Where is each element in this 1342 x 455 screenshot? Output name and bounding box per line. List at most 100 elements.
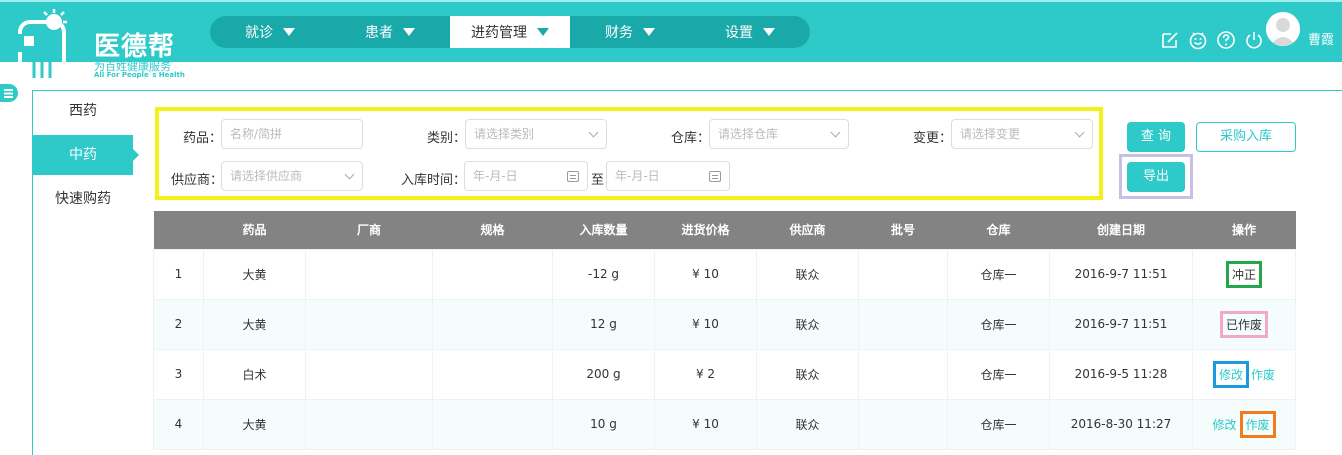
- time-label: 入库时间：: [401, 173, 467, 188]
- nav-item-finance[interactable]: 财务: [570, 16, 690, 48]
- drug-placeholder: 名称/简拼: [230, 127, 283, 141]
- cell-supplier: 联众: [756, 398, 859, 450]
- filter-panel: 药品： 名称/简拼 类别： 请选择类别 仓库： 请选择仓库 变更： 请选择变更 …: [155, 107, 1103, 200]
- table-row: 2 大黄 12 g ¥ 10 联众 仓库一 2016-9-7 11:51 已作废: [153, 298, 1296, 350]
- sidebar-item-chinese-medicine[interactable]: 中药: [33, 135, 139, 175]
- column-header: 厂商: [305, 211, 433, 249]
- void-link[interactable]: 作废: [1251, 368, 1275, 382]
- change-select[interactable]: 请选择变更: [951, 119, 1093, 149]
- sidebar-item-western-medicine[interactable]: 西药: [33, 91, 133, 131]
- nav-item-patient[interactable]: 患者: [330, 16, 450, 48]
- brand-logo[interactable]: 医德帮 为百姓健康服务 All For People`s Health: [14, 8, 185, 80]
- cell-qty: -12 g: [552, 248, 655, 300]
- smile-icon[interactable]: [1188, 30, 1208, 50]
- purchase-inbound-button[interactable]: 采购入库: [1196, 122, 1296, 152]
- cell-maker: [305, 248, 433, 300]
- chevron-down-icon: [588, 127, 599, 138]
- table-row: 1 大黄 -12 g ¥ 10 联众 仓库一 2016-9-7 11:51 冲正: [153, 248, 1296, 300]
- cell-date: 2016-9-7 11:51: [1049, 298, 1193, 350]
- to-label: 至: [591, 173, 605, 188]
- cell-qty: 12 g: [552, 298, 655, 350]
- export-highlight: 导出: [1119, 154, 1193, 199]
- cell-warehouse: 仓库一: [947, 398, 1050, 450]
- cell-drug: 大黄: [203, 298, 306, 350]
- reverse-button[interactable]: 冲正: [1225, 260, 1262, 288]
- column-header: 规格: [432, 211, 553, 249]
- cell-spec: [432, 348, 553, 400]
- cell-price: ¥ 10: [654, 398, 757, 450]
- chevron-down-icon: [830, 127, 841, 138]
- category-select[interactable]: 请选择类别: [465, 119, 607, 149]
- warehouse-placeholder: 请选择仓库: [718, 127, 779, 141]
- export-button[interactable]: 导出: [1127, 162, 1185, 192]
- brand-slogan-en: All For People`s Health: [94, 71, 185, 79]
- end-date-input[interactable]: 年-月-日: [606, 161, 730, 191]
- column-header: 仓库: [947, 211, 1050, 249]
- user-avatar-icon[interactable]: [1266, 12, 1300, 46]
- cell-supplier: 联众: [756, 348, 859, 400]
- user-name[interactable]: 曹霞: [1308, 29, 1334, 48]
- cell-price: ¥ 2: [654, 348, 757, 400]
- cell-no: 4: [153, 398, 204, 450]
- cell-warehouse: 仓库一: [947, 298, 1050, 350]
- supplier-select[interactable]: 请选择供应商: [221, 161, 363, 191]
- drug-label: 药品：: [183, 131, 223, 146]
- edit-link[interactable]: 修改: [1212, 360, 1249, 388]
- cell-supplier: 联众: [756, 248, 859, 300]
- cell-price: ¥ 10: [654, 248, 757, 300]
- nav-item-drug-management[interactable]: 进药管理: [450, 16, 570, 48]
- edit-icon[interactable]: [1160, 30, 1180, 50]
- column-header: 批号: [858, 211, 948, 249]
- nav-item-label: 财务: [605, 25, 633, 41]
- cell-qty: 200 g: [552, 348, 655, 400]
- cell-date: 2016-9-5 11:28: [1049, 348, 1193, 400]
- cell-maker: [305, 348, 433, 400]
- column-header: 药品: [203, 211, 306, 249]
- content-area: 药品： 名称/简拼 类别： 请选择类别 仓库： 请选择仓库 变更： 请选择变更 …: [153, 91, 1342, 455]
- cell-batch: [858, 248, 948, 300]
- cell-operation: 冲正: [1192, 248, 1296, 300]
- power-icon[interactable]: [1244, 30, 1264, 50]
- warehouse-select[interactable]: 请选择仓库: [709, 119, 849, 149]
- supplier-placeholder: 请选择供应商: [230, 169, 303, 183]
- drug-search-input[interactable]: 名称/简拼: [221, 119, 363, 149]
- header-tools: [1160, 30, 1264, 50]
- cell-warehouse: 仓库一: [947, 248, 1050, 300]
- nav-item-visit[interactable]: 就诊: [210, 16, 330, 48]
- cell-maker: [305, 298, 433, 350]
- change-placeholder: 请选择变更: [960, 127, 1021, 141]
- end-date-placeholder: 年-月-日: [615, 169, 660, 183]
- change-label: 变更：: [913, 131, 953, 146]
- cell-spec: [432, 298, 553, 350]
- void-link[interactable]: 作废: [1239, 410, 1276, 438]
- table-header: 药品 厂商 规格 入库数量 进货价格 供应商 批号 仓库 创建日期 操作: [153, 211, 1296, 249]
- menu-icon[interactable]: [0, 84, 18, 102]
- voided-status: 已作废: [1219, 310, 1268, 338]
- cell-no: 2: [153, 298, 204, 350]
- cell-date: 2016-8-30 11:27: [1049, 398, 1193, 450]
- cell-drug: 大黄: [203, 398, 306, 450]
- table-row: 4 大黄 10 g ¥ 10 联众 仓库一 2016-8-30 11:27 修改…: [153, 398, 1296, 450]
- table-row: 3 白术 200 g ¥ 2 联众 仓库一 2016-9-5 11:28 修改作…: [153, 348, 1296, 400]
- column-header: 创建日期: [1049, 211, 1193, 249]
- edit-link[interactable]: 修改: [1212, 418, 1236, 432]
- top-bar: 医德帮 为百姓健康服务 All For People`s Health 就诊 患…: [0, 0, 1342, 79]
- caret-down-icon: [643, 28, 655, 36]
- help-icon[interactable]: [1216, 30, 1236, 50]
- cell-spec: [432, 398, 553, 450]
- start-date-input[interactable]: 年-月-日: [464, 161, 588, 191]
- warehouse-label: 仓库：: [671, 131, 711, 146]
- nav-item-label: 患者: [365, 25, 393, 41]
- calendar-icon: [709, 171, 721, 182]
- cell-supplier: 联众: [756, 298, 859, 350]
- cell-batch: [858, 398, 948, 450]
- cell-qty: 10 g: [552, 398, 655, 450]
- column-header: 操作: [1192, 211, 1296, 249]
- query-button[interactable]: 查 询: [1127, 122, 1185, 152]
- category-placeholder: 请选择类别: [474, 127, 535, 141]
- cell-operation: 修改 作废: [1192, 348, 1296, 400]
- nav-item-settings[interactable]: 设置: [690, 16, 810, 48]
- cell-date: 2016-9-7 11:51: [1049, 248, 1193, 300]
- column-header: [153, 211, 204, 249]
- sidebar-item-quick-purchase[interactable]: 快速购药: [33, 179, 133, 219]
